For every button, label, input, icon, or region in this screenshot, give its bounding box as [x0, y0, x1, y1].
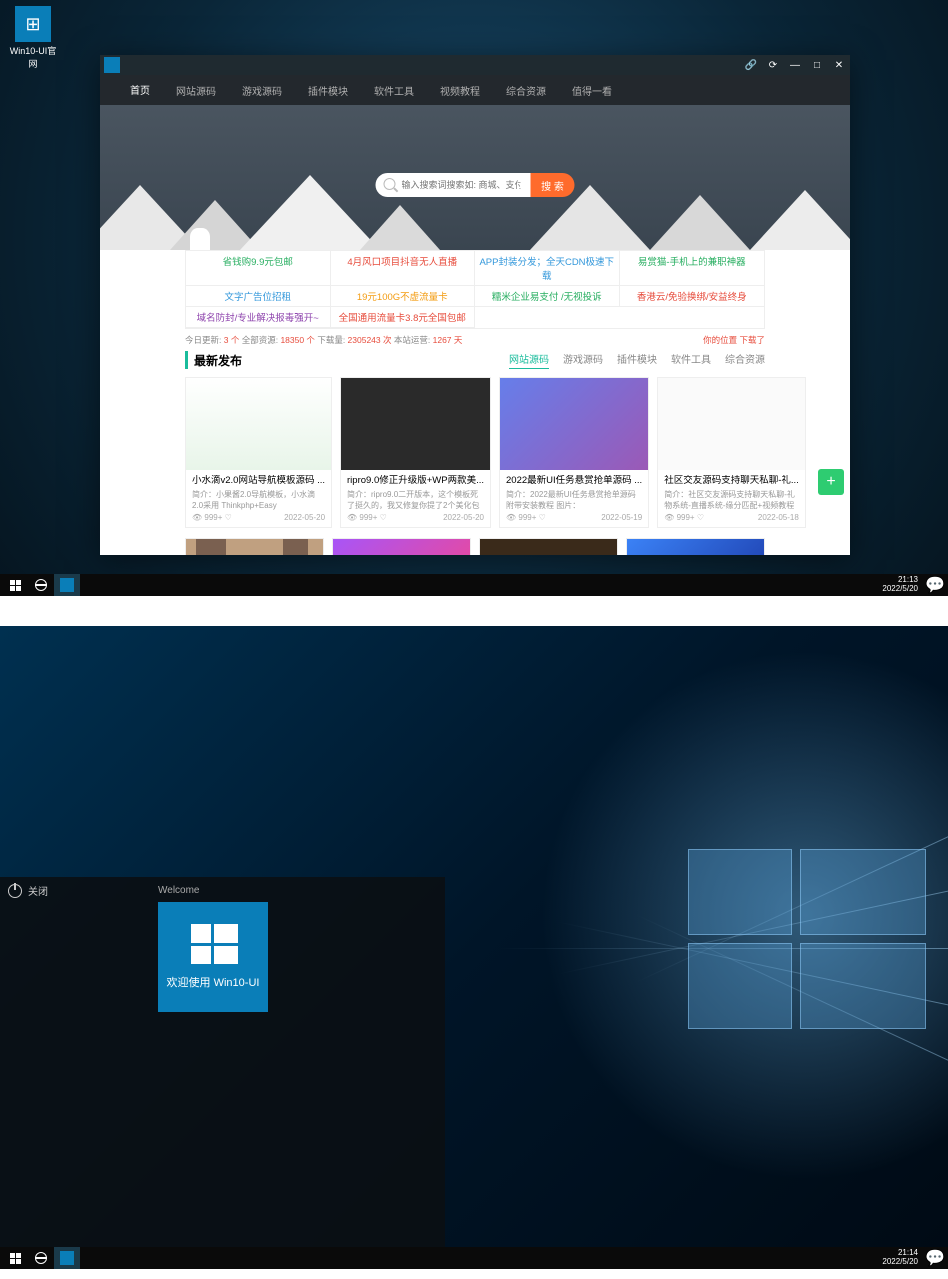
promo-link[interactable]: 香港云/免验换绑/安益终身 — [620, 286, 765, 307]
refresh-icon[interactable]: ⟳ — [766, 60, 780, 71]
tab-software[interactable]: 软件工具 — [671, 351, 711, 369]
section-title: 最新发布 — [194, 352, 242, 369]
search-box: 搜 索 — [376, 173, 575, 197]
tab-plugins[interactable]: 插件模块 — [617, 351, 657, 369]
notification-icon[interactable]: 💬 — [924, 1248, 946, 1268]
maximize-icon[interactable]: □ — [810, 60, 824, 71]
windows-logo-bg — [688, 849, 918, 1029]
promo-link[interactable]: 域名防封/专业解决报毒强开~ — [186, 307, 331, 328]
promo-link[interactable]: APP封装分发；全天CDN极速下载 — [475, 251, 620, 286]
promo-link[interactable]: 4月风口项目抖音无人直播 — [331, 251, 476, 286]
notification-icon[interactable]: 💬 — [924, 575, 946, 595]
promo-link[interactable]: 糯米企业易支付 /无视投诉 — [475, 286, 620, 307]
titlebar[interactable]: 🔗 ⟳ — □ ✕ — [100, 55, 850, 75]
browser-window: 🔗 ⟳ — □ ✕ 首页 网站源码 游戏源码 插件模块 软件工具 视频教程 综合… — [100, 55, 850, 555]
add-button[interactable]: + — [818, 469, 844, 495]
search-icon — [384, 178, 396, 190]
card-views: 👁 999+ ♡ — [347, 513, 387, 522]
promo-link[interactable]: 易赏猫-手机上的兼职神器 — [620, 251, 765, 286]
tile-label: 欢迎使用 Win10-UI — [167, 974, 260, 990]
card-item[interactable] — [185, 538, 324, 555]
card-thumbnail — [341, 378, 490, 470]
nav-video[interactable]: 视频教程 — [440, 75, 480, 106]
hero-banner: 搜 索 — [100, 105, 850, 250]
window-app-icon — [104, 57, 120, 73]
card-views: 👁 999+ ♡ — [192, 513, 232, 522]
nav-software[interactable]: 软件工具 — [374, 75, 414, 106]
stats-line: 今日更新: 3 个 全部资源: 18350 个 下载量: 2305243 次 本… — [100, 329, 850, 351]
desktop-icon-label: Win10-UI官网 — [8, 44, 58, 70]
promo-link[interactable]: 全国通用流量卡3.8元全国包邮 — [331, 307, 476, 328]
promo-grid: 省钱购9.9元包邮4月风口项目抖音无人直播APP封装分发；全天CDN极速下载易赏… — [185, 250, 765, 329]
tile-welcome[interactable]: 欢迎使用 Win10-UI — [158, 902, 268, 1012]
start-menu: 关闭 Welcome 欢迎使用 Win10-UI — [0, 877, 445, 1247]
card-views: 👁 999+ ♡ — [664, 513, 704, 522]
promo-link[interactable]: 文字广告位招租 — [186, 286, 331, 307]
card-title: 社区交友源码支持聊天私聊-礼... — [664, 475, 799, 487]
tab-website[interactable]: 网站源码 — [509, 351, 549, 369]
power-icon — [8, 884, 22, 898]
card-item[interactable]: 2022最新UI任务悬赏抢单源码 ... 简介：2022最新UI任务悬赏抢单源码 … — [499, 377, 649, 528]
card-views: 👁 999+ ♡ — [506, 513, 546, 522]
nav-game-source[interactable]: 游戏源码 — [242, 75, 282, 106]
taskbar-app[interactable] — [54, 574, 80, 596]
tab-game[interactable]: 游戏源码 — [563, 351, 603, 369]
desktop-icon-win10ui[interactable]: ⊞ Win10-UI官网 — [8, 6, 58, 70]
nav-website-source[interactable]: 网站源码 — [176, 75, 216, 106]
card-desc: 简介：2022最新UI任务悬赏抢单源码 附带安装教程 图片： — [506, 490, 642, 510]
card-desc: 简介：小果酱2.0导航模板，小水滴2.0采用 Thinkphp+Easy Adm… — [192, 490, 325, 510]
card-title: ripro9.0修正升级版+WP两款美... — [347, 475, 484, 487]
taskbar-clock[interactable]: 21:132022/5/20 — [882, 576, 924, 594]
close-icon[interactable]: ✕ — [832, 60, 846, 71]
app-icon — [60, 578, 74, 592]
minimize-icon[interactable]: — — [788, 60, 802, 71]
search-button[interactable]: 搜 索 — [531, 173, 575, 197]
card-date: 2022-05-19 — [601, 513, 642, 522]
card-title: 小水滴v2.0网站导航模板源码 ... — [192, 475, 325, 487]
card-item[interactable] — [479, 538, 618, 555]
card-thumbnail — [658, 378, 805, 470]
power-button[interactable]: 关闭 — [8, 883, 142, 898]
tile-group-label: Welcome — [158, 885, 437, 896]
card-item[interactable]: 小水滴v2.0网站导航模板源码 ... 简介：小果酱2.0导航模板，小水滴2.0采… — [185, 377, 332, 528]
site-nav: 首页 网站源码 游戏源码 插件模块 软件工具 视频教程 综合资源 值得一看 — [100, 75, 850, 105]
section-tabs: 网站源码 游戏源码 插件模块 软件工具 综合资源 — [509, 351, 765, 369]
taskbar-app[interactable] — [54, 1247, 80, 1269]
card-item[interactable]: 社区交友源码支持聊天私聊-礼... 简介：社区交友源码支持聊天私聊-礼物系统-直播… — [657, 377, 806, 528]
ie-icon — [35, 1252, 47, 1264]
tab-resources[interactable]: 综合资源 — [725, 351, 765, 369]
card-title: 2022最新UI任务悬赏抢单源码 ... — [506, 475, 642, 487]
card-desc: 简介：社区交友源码支持聊天私聊-礼物系统-直播系统-缘分匹配+视频教程功能：社区… — [664, 490, 799, 510]
taskbar-clock[interactable]: 21:142022/5/20 — [882, 1249, 924, 1267]
card-date: 2022-05-20 — [284, 513, 325, 522]
card-item[interactable] — [332, 538, 471, 555]
bear-icon — [190, 228, 210, 250]
ie-icon — [35, 579, 47, 591]
card-item[interactable]: ripro9.0修正升级版+WP两款美... 简介：ripro9.0二开版本，这个… — [340, 377, 491, 528]
taskbar: 21:142022/5/20 💬 — [0, 1247, 948, 1269]
app-icon — [60, 1251, 74, 1265]
card-date: 2022-05-20 — [443, 513, 484, 522]
promo-link[interactable]: 19元100G不虚流量卡 — [331, 286, 476, 307]
card-item[interactable] — [626, 538, 765, 555]
link-icon[interactable]: 🔗 — [744, 60, 758, 71]
start-button[interactable] — [2, 574, 28, 596]
card-date: 2022-05-18 — [758, 513, 799, 522]
nav-plugins[interactable]: 插件模块 — [308, 75, 348, 106]
start-button[interactable] — [2, 1247, 28, 1269]
taskbar: 21:132022/5/20 💬 — [0, 574, 948, 596]
promo-link[interactable]: 省钱购9.9元包邮 — [186, 251, 331, 286]
search-input[interactable] — [376, 173, 531, 197]
nav-worth[interactable]: 值得一看 — [572, 75, 612, 106]
nav-resources[interactable]: 综合资源 — [506, 75, 546, 106]
card-desc: 简介：ripro9.0二开版本，这个模板死了挺久的，我又修复你提了2个美化包和全… — [347, 490, 484, 510]
card-thumbnail — [500, 378, 648, 470]
windows-icon — [191, 924, 235, 964]
nav-home[interactable]: 首页 — [130, 75, 150, 107]
taskbar-ie[interactable] — [28, 1247, 54, 1269]
card-thumbnail — [186, 378, 331, 470]
windows-icon: ⊞ — [15, 6, 51, 42]
taskbar-ie[interactable] — [28, 574, 54, 596]
